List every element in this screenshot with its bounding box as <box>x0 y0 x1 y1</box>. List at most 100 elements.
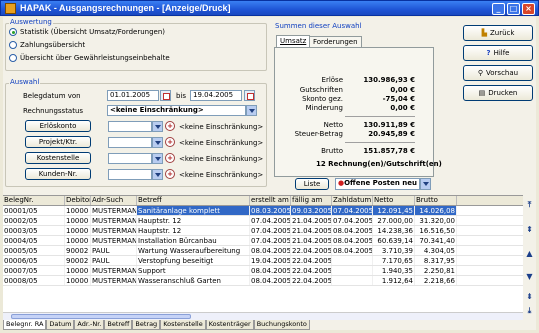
drucken-label: Drucken <box>488 89 518 97</box>
hilfe-button[interactable]: ? Hilfe <box>463 45 533 61</box>
tab-umsatz[interactable]: Umsatz <box>276 35 311 47</box>
table-cell: 70.341,40 <box>415 236 457 245</box>
table-cell: 10000 <box>65 206 91 215</box>
maximize-button[interactable]: □ <box>507 3 520 15</box>
column-header[interactable]: BelegNr. <box>3 196 65 205</box>
tab-umsatz-label: Umsatz <box>280 37 307 45</box>
up-arrow-icon[interactable]: ▲ <box>525 250 534 259</box>
calendar-icon[interactable] <box>160 90 171 101</box>
erloeskonto-button[interactable]: Erlöskonto <box>25 120 91 132</box>
plus-icon[interactable]: + <box>165 137 175 147</box>
table-cell: 22.04.2005 <box>292 276 332 285</box>
projekt-input[interactable] <box>108 137 152 148</box>
table-cell: 27.000,00 <box>373 216 415 225</box>
column-header[interactable]: Zahldatum <box>332 196 373 205</box>
sort-tab[interactable]: Buchungskonto <box>253 320 310 330</box>
vorschau-button[interactable]: ⚲ Vorschau <box>463 65 533 81</box>
column-header[interactable]: Adr-Such <box>91 196 137 205</box>
summary-panel: Erlöse 130.986,93 € Gutschriften 0,00 € Sk… <box>274 47 434 177</box>
table-row[interactable]: 00007/0510000MUSTERMANNSupport08.04.2005… <box>3 266 523 276</box>
sort-tab[interactable]: Kostenstelle <box>160 320 206 330</box>
column-header[interactable]: Brutto <box>415 196 457 205</box>
calendar-icon[interactable] <box>244 90 255 101</box>
table-cell: Sanitäranlage komplett <box>137 206 250 215</box>
table-cell: MUSTERMANN <box>92 236 137 245</box>
chevron-down-icon[interactable] <box>152 169 163 180</box>
plus-icon[interactable]: + <box>165 153 175 163</box>
radio-statistik[interactable]: Statistik (Übersicht Umsatz/Forderungen) <box>9 28 165 36</box>
sort-tab[interactable]: Kostenträger <box>205 320 254 330</box>
exit-icon: ▙ <box>481 29 487 37</box>
kostenstelle-button[interactable]: Kostenstelle <box>25 152 91 164</box>
table-cell: 21.04.2005 <box>292 226 332 235</box>
table-cell: 8.317,95 <box>415 256 457 265</box>
horizontal-scrollbar[interactable] <box>3 312 523 320</box>
scrollbar-thumb[interactable] <box>11 314 191 319</box>
table-cell: 22.04.2005 <box>292 246 332 255</box>
table-row[interactable]: 00008/0510000MUSTERMANNWasseranschluß Ga… <box>3 276 523 286</box>
table-cell: 60.639,14 <box>373 236 415 245</box>
magnifier-icon: ⚲ <box>477 69 484 77</box>
sort-tab[interactable]: Adr.-Nr. <box>74 320 105 330</box>
projekt-button[interactable]: Projekt/Ktr. <box>25 136 91 148</box>
column-header[interactable]: Debitor <box>65 196 91 205</box>
column-header[interactable]: Betreff <box>137 196 250 205</box>
plus-icon[interactable]: + <box>165 121 175 131</box>
sum-label: Erlöse <box>321 76 343 84</box>
zurueck-button[interactable]: ▙ Zurück <box>463 25 533 41</box>
chevron-down-icon[interactable] <box>152 121 163 132</box>
sum-value: 130.911,89 € <box>363 121 415 129</box>
chevron-down-icon[interactable] <box>152 153 163 164</box>
radio-gewaehrleistung[interactable]: Übersicht über Gewährleistungseinbehalte <box>9 54 170 62</box>
chevron-down-icon[interactable] <box>420 178 431 190</box>
table-row[interactable]: 00005/05 90002 PAUL Wartung Wasseraufbereit… <box>3 246 523 256</box>
sort-tab[interactable]: Betrag <box>132 320 161 330</box>
down-arrow-icon[interactable]: ▼ <box>525 273 534 282</box>
liste-select-label: Offene Posten neu <box>344 179 417 187</box>
chevron-down-icon[interactable] <box>152 137 163 148</box>
table-row[interactable]: 00003/0510000MUSTERMANNHauptstr. 1207.04… <box>3 226 523 236</box>
auswahl-legend: Auswahl <box>9 78 41 86</box>
table-cell: 12.091,45 <box>373 206 415 215</box>
plus-icon[interactable]: + <box>165 169 175 179</box>
date-to-input[interactable]: 19.04.2005 <box>190 90 242 101</box>
column-header[interactable]: fällig am <box>291 196 332 205</box>
close-button[interactable]: × <box>522 3 535 15</box>
drucken-button[interactable]: ▤ Drucken <box>463 85 533 101</box>
table-cell: 00005/05 <box>3 246 65 255</box>
column-header[interactable]: erstellt am <box>250 196 291 205</box>
liste-select[interactable]: ●Offene Posten neu <box>335 178 420 190</box>
kunden-nr-input[interactable] <box>108 169 152 180</box>
table-cell: 08.04.2005 <box>333 226 373 235</box>
kostenstelle-input[interactable] <box>108 153 152 164</box>
rechnungsstatus-select[interactable]: <keine Einschränkung> <box>107 105 246 116</box>
sort-tab[interactable]: Belegnr. RA <box>3 320 47 330</box>
column-header[interactable]: Netto <box>373 196 415 205</box>
table-row[interactable]: 00004/0510000MUSTERMANNInstallation Bürc… <box>3 236 523 246</box>
tab-forderungen[interactable]: Forderungen <box>309 36 362 47</box>
table-row[interactable]: 00006/05 90002 PAUL Verstopfung beseitigt 19… <box>3 256 523 266</box>
first-record-icon[interactable]: ⤒ <box>525 201 534 210</box>
kunden-nr-button[interactable]: Kunden-Nr. <box>25 168 91 180</box>
liste-button[interactable]: Liste <box>295 178 329 190</box>
date-from-input[interactable]: 01.01.2005 <box>107 90 159 101</box>
table-cell: 90002 <box>65 256 91 265</box>
previous-page-icon[interactable]: ⇞ <box>525 226 534 235</box>
table-row[interactable]: 00002/0510000MUSTERMANNHauptstr. 1207.04… <box>3 216 523 226</box>
erloeskonto-input[interactable] <box>108 121 152 132</box>
next-page-icon[interactable]: ⇟ <box>525 293 534 302</box>
sort-tab[interactable]: Betreff <box>104 320 133 330</box>
radio-zahlungsuebersicht-label: Zahlungsübersicht <box>20 41 86 49</box>
projekt-filter-text: <keine Einschränkung> <box>179 139 264 147</box>
chevron-down-icon[interactable] <box>246 105 257 116</box>
divider <box>345 142 415 143</box>
sort-tab[interactable]: Datum <box>46 320 75 330</box>
last-record-icon[interactable]: ⤓ <box>525 307 534 316</box>
table-row[interactable]: 00001/0510000MUSTERMANNSanitäranlage kom… <box>3 206 523 216</box>
app-icon <box>5 2 16 14</box>
radio-zahlungsuebersicht[interactable]: Zahlungsübersicht <box>9 41 85 49</box>
sum-value: 0,00 € <box>390 104 415 112</box>
minimize-button[interactable]: _ <box>492 3 505 15</box>
table-cell: 7.170,65 <box>373 256 415 265</box>
table-cell: 09.03.2005 <box>291 206 332 215</box>
